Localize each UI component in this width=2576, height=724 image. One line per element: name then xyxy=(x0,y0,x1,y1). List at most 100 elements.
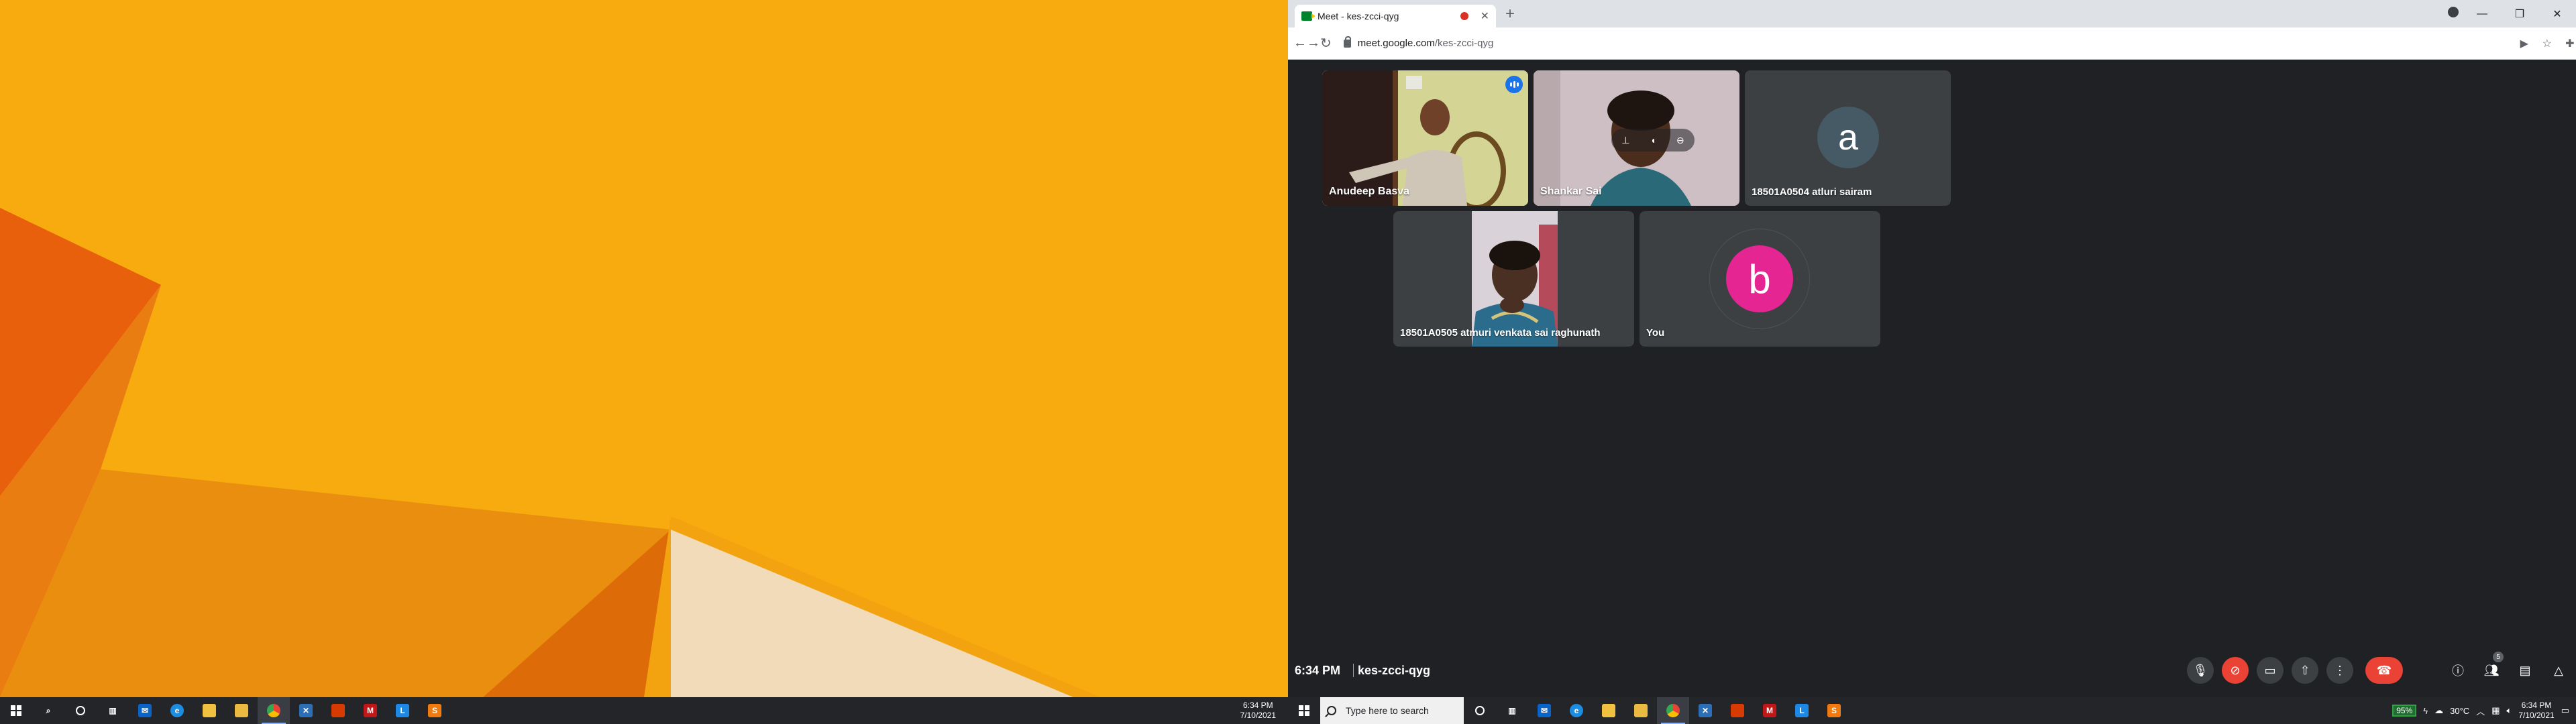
reload-button[interactable]: ↻ xyxy=(1320,32,1332,56)
battery-percent-badge[interactable]: 95% xyxy=(2392,705,2417,717)
camera-off-button[interactable]: ⊘ xyxy=(2222,657,2249,684)
new-tab-button[interactable]: + xyxy=(1505,5,1515,23)
taskbar-app-blue[interactable]: ✕ xyxy=(290,697,322,724)
taskbar-edge[interactable]: e xyxy=(161,697,193,724)
tab-title: Meet - kes-zcci-qyg xyxy=(1318,11,1399,21)
shield-icon: M xyxy=(1763,704,1776,717)
participant-tile-1[interactable]: Anudeep Basva xyxy=(1322,70,1528,206)
taskbar-explorer[interactable] xyxy=(1593,697,1625,724)
address-bar[interactable]: meet.google.com/kes-zcci-qyg xyxy=(1337,32,2518,55)
participant-tile-self[interactable]: b You xyxy=(1640,211,1880,347)
edge-icon: e xyxy=(1570,704,1583,717)
meet-stage: Anudeep Basva ⊥ ◖ ⊖ Shankar Sai a 18501A… xyxy=(1288,60,2576,697)
taskbar-sublime[interactable]: S xyxy=(419,697,451,724)
participant-name: 18501A0505 atmuri venkata sai raghunath xyxy=(1400,327,1601,339)
taskbar-mcafee[interactable]: M xyxy=(1754,697,1786,724)
start-button[interactable] xyxy=(1288,697,1320,724)
participant-tile-3[interactable]: a 18501A0504 atluri sairam xyxy=(1745,70,1951,206)
taskbar-search-box[interactable]: Type here to search xyxy=(1320,697,1464,724)
url-path: /kes-zcci-qyg xyxy=(1434,38,1494,49)
camera-off-icon: ⊘ xyxy=(2230,663,2241,677)
taskbar-chrome[interactable] xyxy=(258,697,290,724)
charging-icon: ϟ xyxy=(2423,705,2428,716)
participant-name: Anudeep Basva xyxy=(1329,186,1410,197)
more-options-button[interactable]: ⋮ xyxy=(2326,657,2353,684)
search-icon: ⌕ xyxy=(46,705,51,715)
l-app-icon: L xyxy=(1795,704,1809,717)
right-clock-time: 6:34 PM xyxy=(2521,701,2552,710)
minimize-button[interactable]: — xyxy=(2463,8,2501,20)
camera-in-use-icon[interactable]: ▶ xyxy=(2518,37,2531,50)
taskbar-office[interactable] xyxy=(322,697,354,724)
taskbar-store[interactable] xyxy=(225,697,258,724)
taskbar-mail[interactable]: ✉ xyxy=(1528,697,1560,724)
taskbar-edge[interactable]: e xyxy=(1560,697,1593,724)
participant-avatar: a xyxy=(1817,107,1879,168)
people-icon: 👥︎ xyxy=(2483,663,2500,677)
tab-meet[interactable]: Meet - kes-zcci-qyg ✕ xyxy=(1295,5,1496,27)
weather-cloud-icon[interactable]: ☁ xyxy=(2434,705,2443,716)
close-window-button[interactable]: ✕ xyxy=(2538,7,2576,21)
taskbar-app-blue[interactable]: ✕ xyxy=(1689,697,1721,724)
left-monitor-desktop: ⌕ ▥ ✉ e ✕ M L S 6:34 PM 7/10/2021 xyxy=(0,0,1288,724)
more-vert-icon: ⋮ xyxy=(2334,663,2346,677)
meeting-time: 6:34 PM xyxy=(1295,663,1341,677)
tab-search-button[interactable] xyxy=(2443,7,2463,21)
notifications-icon[interactable]: ▭ xyxy=(2561,705,2569,716)
left-clock-date: 7/10/2021 xyxy=(1240,711,1276,720)
chevron-up-icon[interactable]: ︿ xyxy=(2476,705,2485,717)
sublime-icon: S xyxy=(1827,704,1841,717)
participant-tile-4[interactable]: 18501A0505 atmuri venkata sai raghunath xyxy=(1393,211,1634,347)
start-button[interactable] xyxy=(0,697,32,724)
temperature[interactable]: 30°C xyxy=(2450,706,2469,716)
leave-call-button[interactable]: ☎ xyxy=(2365,657,2403,684)
meeting-code[interactable]: kes-zcci-qyg xyxy=(1358,664,1430,678)
taskbar-mail[interactable]: ✉ xyxy=(129,697,161,724)
task-view-button[interactable]: ▥ xyxy=(1496,697,1528,724)
microphone-button[interactable]: 🎙︎ xyxy=(2187,657,2214,684)
back-button[interactable]: ← xyxy=(1293,32,1307,56)
search-placeholder: Type here to search xyxy=(1346,705,1429,716)
participant-tile-2[interactable]: ⊥ ◖ ⊖ Shankar Sai xyxy=(1534,70,1739,206)
cortana-button[interactable] xyxy=(1464,697,1496,724)
chrome-icon xyxy=(1666,704,1680,717)
right-clock[interactable]: 6:34 PM 7/10/2021 xyxy=(2518,701,2554,721)
taskbar-explorer[interactable] xyxy=(193,697,225,724)
office-icon xyxy=(331,704,345,717)
edge-icon: e xyxy=(170,704,184,717)
people-button[interactable]: 👥︎ 5 xyxy=(2482,652,2504,680)
pin-icon[interactable]: ⊥ xyxy=(1621,135,1629,146)
task-view-button[interactable]: ▥ xyxy=(97,697,129,724)
window-controls: — ❐ ✕ xyxy=(2443,0,2576,27)
mic-icon[interactable]: ◖ xyxy=(1650,135,1656,145)
taskbar-app-l[interactable]: L xyxy=(386,697,419,724)
cortana-button[interactable] xyxy=(64,697,97,724)
bookmark-star-icon[interactable]: ☆ xyxy=(2540,37,2554,50)
more-options-icon[interactable]: ⊖ xyxy=(1676,135,1684,146)
volume-icon[interactable]: 🔈︎ xyxy=(2507,705,2512,716)
present-button[interactable]: ⇧ xyxy=(2292,657,2318,684)
forward-button[interactable]: → xyxy=(1307,32,1320,56)
activities-button[interactable]: △ xyxy=(2549,661,2568,680)
taskbar-sublime[interactable]: S xyxy=(1818,697,1850,724)
maximize-button[interactable]: ❐ xyxy=(2501,7,2538,21)
side-panel-controls: ⓘ 👥︎ 5 ▤ △ xyxy=(2449,652,2568,680)
meeting-details-button[interactable]: ⓘ xyxy=(2449,661,2467,680)
captions-button[interactable]: ▭ xyxy=(2257,657,2284,684)
left-clock[interactable]: 6:34 PM 7/10/2021 xyxy=(1240,701,1288,721)
taskbar-app-l[interactable]: L xyxy=(1786,697,1818,724)
taskbar-chrome[interactable] xyxy=(1657,697,1689,724)
meet-favicon-icon xyxy=(1301,11,1316,21)
search-button[interactable]: ⌕ xyxy=(32,697,64,724)
chat-button[interactable]: ▤ xyxy=(2516,661,2534,680)
tab-close-icon[interactable]: ✕ xyxy=(1481,9,1489,23)
taskbar-mcafee[interactable]: M xyxy=(354,697,386,724)
extensions-icon[interactable]: ✚ xyxy=(2563,37,2576,50)
network-icon[interactable]: ▦ xyxy=(2491,705,2500,716)
store-icon xyxy=(1634,704,1648,717)
shield-icon: M xyxy=(364,704,377,717)
mail-icon: ✉ xyxy=(138,704,152,717)
taskbar-office[interactable] xyxy=(1721,697,1754,724)
taskbar-store[interactable] xyxy=(1625,697,1657,724)
end-call-icon: ☎ xyxy=(2376,663,2392,677)
